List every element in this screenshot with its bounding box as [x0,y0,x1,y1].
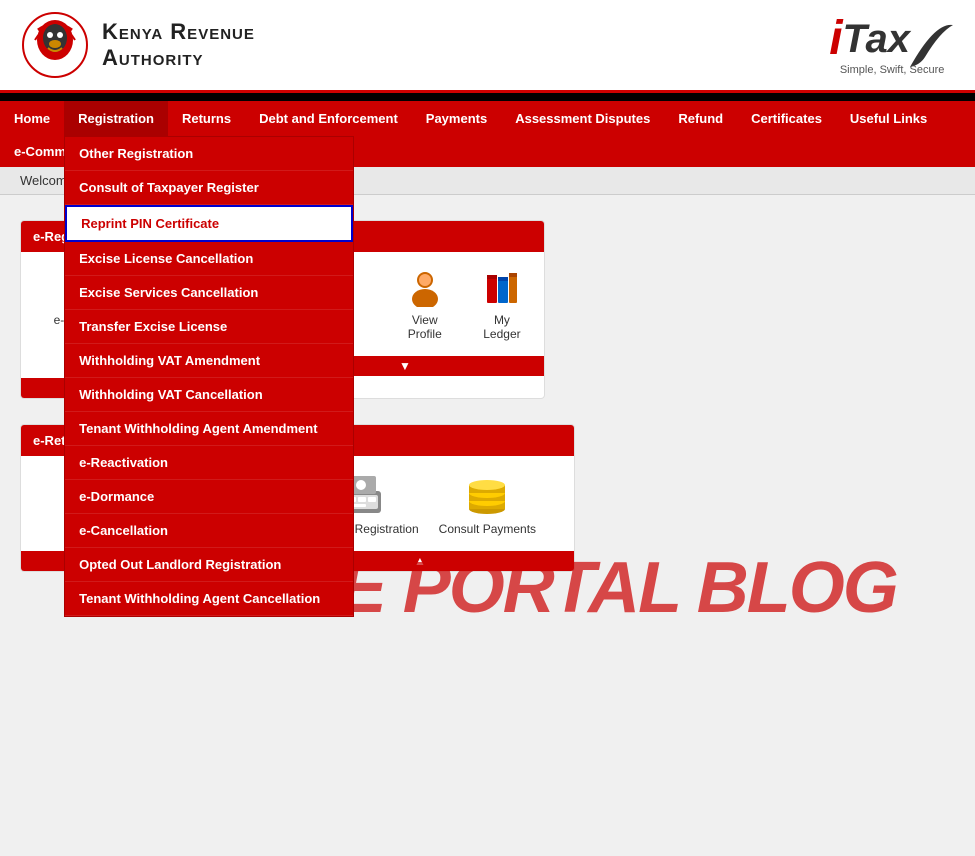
dropdown-e-cancellation[interactable]: e-Cancellation [65,514,353,548]
e-payments-collapse-icon: ▲ [414,554,426,568]
my-ledger-label: My Ledger [475,313,529,341]
view-profile-label: View Profile [395,313,455,341]
kra-lion-logo [20,10,90,80]
nav-payments[interactable]: Payments [412,101,501,136]
dropdown-excise-license[interactable]: Excise License Cancellation [65,242,353,276]
dropdown-tenant-amendment[interactable]: Tenant Withholding Agent Amendment [65,412,353,446]
registration-dropdown: Other Registration Consult of Taxpayer R… [64,136,354,617]
nav-registration[interactable]: Registration [64,101,168,136]
dropdown-e-dormance[interactable]: e-Dormance [65,480,353,514]
dropdown-opted-landlord[interactable]: Opted Out Landlord Registration [65,548,353,582]
dropdown-tenant-cancellation[interactable]: Tenant Withholding Agent Cancellation [65,582,353,616]
nav-returns[interactable]: Returns [168,101,245,136]
consult-payments-item[interactable]: Consult Payments [439,471,536,536]
nav-assessment[interactable]: Assessment Disputes [501,101,664,136]
nav-certificates[interactable]: Certificates [737,101,836,136]
books-icon [482,267,522,307]
itax-logo: i Tax Simple, Swift, Secure [829,15,955,76]
black-bar [0,93,975,101]
dropdown-excise-services[interactable]: Excise Services Cancellation [65,276,353,310]
dropdown-reprint-pin[interactable]: Reprint PIN Certificate [65,205,353,242]
nav-debt[interactable]: Debt and Enforcement [245,101,412,136]
header: Kenya Revenue Authority i Tax Simple, Sw… [0,0,975,93]
kra-logo-section: Kenya Revenue Authority [20,10,255,80]
dropdown-other-registration[interactable]: Other Registration [65,137,353,171]
nav-useful-links[interactable]: Useful Links [836,101,941,136]
itax-i: i [829,15,842,63]
nav-home[interactable]: Home [0,101,64,136]
nav-registration-container: Registration Other Registration Consult … [64,101,168,136]
dropdown-consult-taxpayer[interactable]: Consult of Taxpayer Register [65,171,353,205]
main-nav: Home Registration Other Registration Con… [0,101,975,136]
kra-name-line2: Authority [102,45,255,71]
my-profile-collapse-icon: ▼ [399,359,411,373]
dropdown-withholding-vat-cancel[interactable]: Withholding VAT Cancellation [65,378,353,412]
coins-icon [462,471,512,516]
consult-payments-label: Consult Payments [439,522,536,536]
itax-tax: Tax [843,19,910,59]
nav-refund[interactable]: Refund [664,101,737,136]
dropdown-withholding-vat[interactable]: Withholding VAT Amendment [65,344,353,378]
my-ledger-item[interactable]: My Ledger [475,267,529,341]
dropdown-e-reactivation[interactable]: e-Reactivation [65,446,353,480]
person-icon [405,267,445,307]
kra-text: Kenya Revenue Authority [102,19,255,71]
view-profile-item[interactable]: View Profile [395,267,455,341]
kra-name-line1: Kenya Revenue [102,19,255,45]
dropdown-transfer-excise[interactable]: Transfer Excise License [65,310,353,344]
itax-tagline: Simple, Swift, Secure [840,64,945,76]
